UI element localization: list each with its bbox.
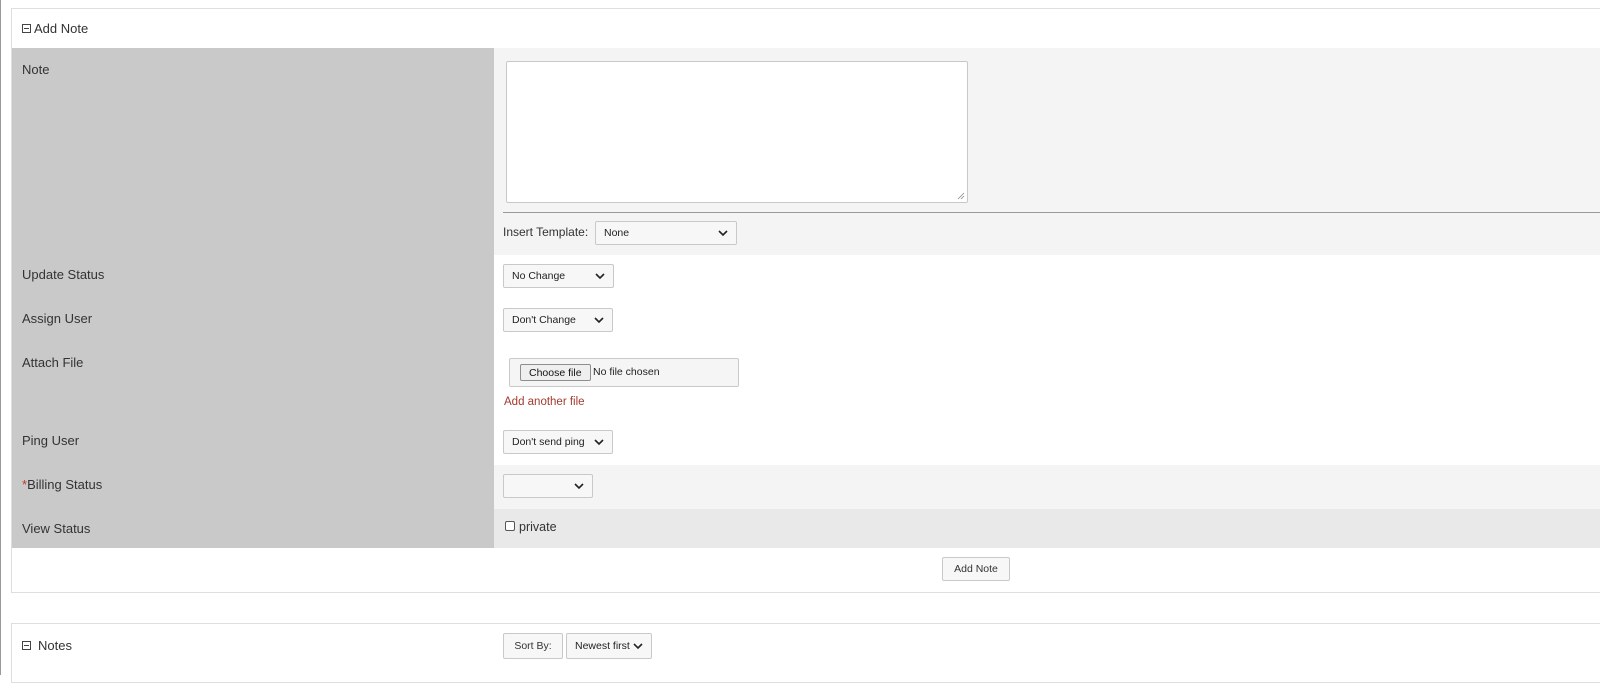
sort-order-select[interactable]: Newest first [566, 633, 652, 659]
add-note-panel-title: Add Note [34, 21, 89, 36]
add-another-file-link[interactable]: Add another file [504, 396, 585, 408]
note-label: Note [22, 62, 50, 77]
resize-grip-icon[interactable] [957, 192, 965, 200]
view-status-label: View Status [22, 521, 91, 536]
file-input[interactable]: Choose file No file chosen [509, 358, 739, 387]
billing-status-label-text: Billing Status [27, 477, 103, 492]
billing-status-select[interactable] [503, 474, 593, 498]
ping-user-select[interactable]: Don't send ping [503, 430, 613, 454]
private-checkbox[interactable] [505, 521, 515, 531]
ping-user-value: Don't send ping [512, 436, 585, 448]
assign-user-label: Assign User [22, 311, 93, 326]
sort-by-label: Sort By: [503, 633, 563, 659]
insert-template-value: None [604, 227, 630, 239]
add-note-panel-header[interactable]: Add Note [22, 21, 88, 36]
page-left-border [0, 0, 1, 675]
billing-status-label: *Billing Status [22, 477, 102, 492]
update-status-select[interactable]: No Change [503, 264, 614, 288]
billing-row-background [494, 465, 1600, 509]
notes-panel-header[interactable]: Notes [22, 638, 72, 653]
notes-panel: Notes Sort By: Newest first [11, 623, 1600, 683]
add-note-button[interactable]: Add Note [942, 557, 1010, 581]
view-status-row-background [494, 509, 1600, 548]
chevron-down-icon [594, 439, 604, 446]
insert-template-label: Insert Template: [503, 225, 589, 239]
chevron-down-icon [595, 273, 605, 280]
update-status-value: No Change [512, 270, 566, 282]
chevron-down-icon [718, 230, 728, 237]
collapse-icon[interactable] [22, 641, 31, 650]
ping-user-label: Ping User [22, 433, 80, 448]
assign-user-value: Don't Change [512, 314, 576, 326]
chevron-down-icon [633, 643, 643, 650]
notes-panel-title: Notes [38, 638, 72, 653]
chevron-down-icon [594, 317, 604, 324]
file-status-text: No file chosen [593, 366, 660, 378]
sort-order-value: Newest first [575, 640, 630, 652]
update-status-label: Update Status [22, 267, 105, 282]
private-checkbox-label[interactable]: private [519, 520, 557, 534]
form-label-column [12, 48, 494, 548]
note-divider [503, 212, 1600, 213]
collapse-icon[interactable] [22, 24, 31, 33]
attach-file-label: Attach File [22, 355, 84, 370]
add-note-panel: Add Note Note Update Status Assign User … [11, 8, 1600, 593]
insert-template-select[interactable]: None [595, 221, 737, 245]
note-textarea[interactable] [506, 61, 968, 203]
choose-file-button[interactable]: Choose file [520, 364, 591, 381]
assign-user-select[interactable]: Don't Change [503, 308, 613, 332]
chevron-down-icon [574, 483, 584, 490]
